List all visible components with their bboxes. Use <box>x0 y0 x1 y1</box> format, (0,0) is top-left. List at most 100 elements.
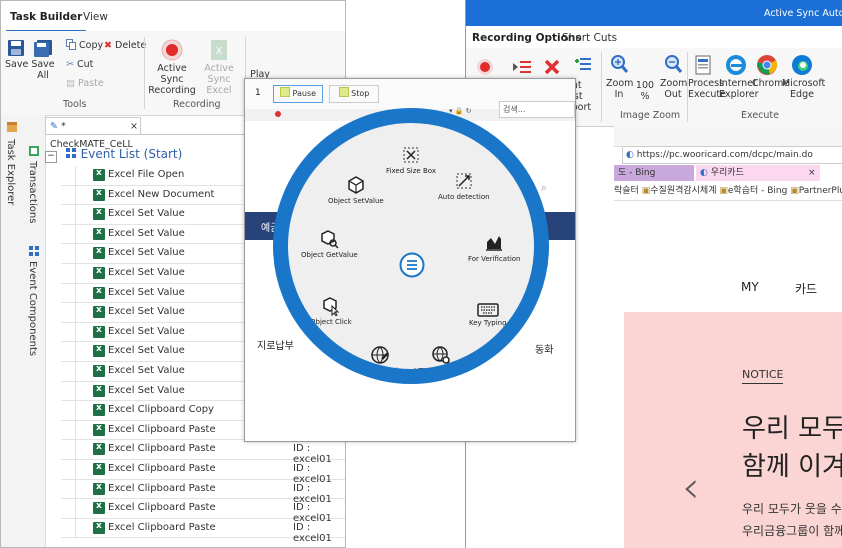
record-icon[interactable] <box>476 58 494 76</box>
event-name: Excel Clipboard Paste <box>108 423 216 435</box>
radial-html-getvalue[interactable]: HTML GetValue <box>414 345 467 369</box>
chevron-left-icon[interactable]: ‹ <box>682 462 700 513</box>
bookmark-item[interactable]: 락슬터 <box>614 186 639 196</box>
delete-button[interactable]: ✖ Delete <box>104 39 146 53</box>
table-row[interactable]: Excel Clipboard PasteID : excel01 <box>61 518 345 544</box>
chrome-button[interactable]: Chrome <box>752 54 789 89</box>
delete-icon[interactable] <box>543 58 561 76</box>
task-explorer-tab[interactable]: Task Explorer <box>5 139 16 205</box>
copy-icon <box>66 39 76 50</box>
microsoft-edge-icon <box>792 55 812 75</box>
event-name: Excel Set Value <box>108 325 185 337</box>
event-name: Excel Set Value <box>108 286 185 298</box>
internet-explorer-button[interactable]: Internet Explorer <box>719 54 759 100</box>
object-setvalue-icon <box>348 176 364 194</box>
delete-icon: ✖ <box>104 40 112 51</box>
table-row[interactable]: Excel Clipboard PasteID : excel01 <box>61 440 345 465</box>
subtext-line2: 우리금융그룹이 함께 <box>742 524 842 538</box>
excel-icon <box>93 188 105 201</box>
radial-for-verification[interactable]: For Verification <box>468 233 521 263</box>
radial-object-getvalue[interactable]: Object GetValue <box>301 229 358 259</box>
captured-left-text: 지로납부 <box>257 341 294 352</box>
paste-icon: ▤ <box>66 78 75 89</box>
left-ribbon-tabs: Task Builder View <box>1 1 345 32</box>
event-components-icon <box>29 246 39 256</box>
close-icon[interactable]: × <box>808 165 816 181</box>
process-execute-button[interactable]: Process Execute <box>688 54 726 100</box>
radial-html-setvalue[interactable]: HTML SetValue <box>354 345 406 369</box>
excel-icon <box>93 364 105 377</box>
copy-button[interactable]: Copy <box>66 39 103 53</box>
row-divider <box>75 499 76 518</box>
html-getvalue-icon <box>431 346 451 365</box>
browser-tab-woori[interactable]: ◐ 우리카드 × <box>696 165 820 181</box>
headline-line1: 우리 모두가 <box>742 414 842 444</box>
zoom-out-button[interactable]: Zoom Out <box>660 54 687 100</box>
table-row[interactable]: Excel Clipboard PasteID : excel01 <box>61 479 345 505</box>
page-icon: ◐ <box>626 150 634 160</box>
chart-icon <box>486 236 503 251</box>
export-list-icon[interactable] <box>574 56 592 74</box>
chrome-icon <box>757 55 778 75</box>
row-divider <box>75 440 76 459</box>
ribbon-separator <box>601 52 602 122</box>
event-name: Excel File Open <box>108 169 185 180</box>
doc-icon: ✎ <box>50 121 58 132</box>
remove-step-icon[interactable] <box>512 58 532 76</box>
captured-right-text: 동화 <box>535 345 554 356</box>
transactions-tab[interactable]: Transactions <box>27 161 38 223</box>
right-ribbon-tabs: Recording Options Short Cuts <box>466 26 842 53</box>
pause-icon <box>279 87 290 97</box>
step-counter: 1 <box>255 88 261 98</box>
paste-button[interactable]: ▤ Paste <box>66 77 104 91</box>
bookmark-icon: ▣ <box>719 186 728 196</box>
radial-auto-detection[interactable]: Auto detection <box>438 171 490 201</box>
excel-icon <box>93 325 105 338</box>
radial-center-menu-button[interactable] <box>399 252 425 280</box>
row-divider <box>75 420 76 440</box>
zoom-in-button[interactable]: Zoom In <box>606 54 633 100</box>
search-box[interactable]: 검색... <box>499 101 575 118</box>
microsoft-edge-button[interactable]: Microsoft Edge <box>782 54 825 100</box>
row-divider <box>75 244 76 263</box>
nav-my[interactable]: MY <box>741 280 759 294</box>
event-name: Excel Set Value <box>108 384 185 396</box>
row-divider <box>75 342 76 361</box>
save-button[interactable]: Save <box>5 39 28 70</box>
save-all-button[interactable]: Save All <box>31 39 55 81</box>
html-setvalue-icon <box>371 346 390 364</box>
cut-button[interactable]: ✂ Cut <box>66 58 93 72</box>
radial-fixed-size-box[interactable]: Fixed Size Box <box>386 145 436 175</box>
bookmark-item[interactable]: e학습터 - Bing <box>728 186 787 196</box>
svg-text:X: X <box>216 46 223 57</box>
collapse-icon[interactable]: − <box>45 151 57 163</box>
stop-button[interactable]: Stop <box>329 85 379 103</box>
document-tab[interactable]: ✎ * CheckMATE_CeLL × <box>45 117 141 150</box>
tab-short-cuts[interactable]: Short Cuts <box>562 32 617 44</box>
active-sync-excel-button[interactable]: X Active Sync Excel <box>197 39 241 96</box>
zoom-100-button[interactable]: 100 % <box>631 80 659 102</box>
table-row[interactable]: Excel Clipboard PasteID : excel01 <box>61 460 345 485</box>
page-icon: ◐ <box>700 168 708 178</box>
excel-icon <box>93 442 105 456</box>
radial-object-setvalue[interactable]: Object SetValue <box>328 175 384 205</box>
bookmark-item[interactable]: PartnerPlus <box>799 186 842 196</box>
row-divider <box>75 224 76 244</box>
table-row[interactable]: Excel Clipboard PasteID : excel01 <box>61 499 345 524</box>
tab-task-builder[interactable]: Task Builder <box>5 11 87 32</box>
address-bar[interactable]: ◐ https://pc.wooricard.com/dcpc/main.do <box>622 146 842 164</box>
event-name: Excel Set Value <box>108 208 185 220</box>
row-divider <box>75 518 76 538</box>
process-icon <box>695 55 711 75</box>
radial-object-click[interactable]: Object Click <box>310 296 352 326</box>
radial-key-typing[interactable]: Key Typing <box>469 303 507 327</box>
browser-tab-bing[interactable]: 도 - Bing <box>614 165 694 181</box>
active-sync-recording-button[interactable]: Active Sync Recording <box>147 39 197 96</box>
tab-view[interactable]: View <box>83 11 108 23</box>
pause-button[interactable]: Pause <box>273 85 323 103</box>
event-components-tab[interactable]: Event Components <box>27 261 38 356</box>
nav-card[interactable]: 카드 <box>795 280 817 297</box>
event-name: Excel Set Value <box>108 306 185 318</box>
excel-icon <box>93 521 105 534</box>
bookmark-item[interactable]: 수질원격감시체계 <box>650 186 716 196</box>
